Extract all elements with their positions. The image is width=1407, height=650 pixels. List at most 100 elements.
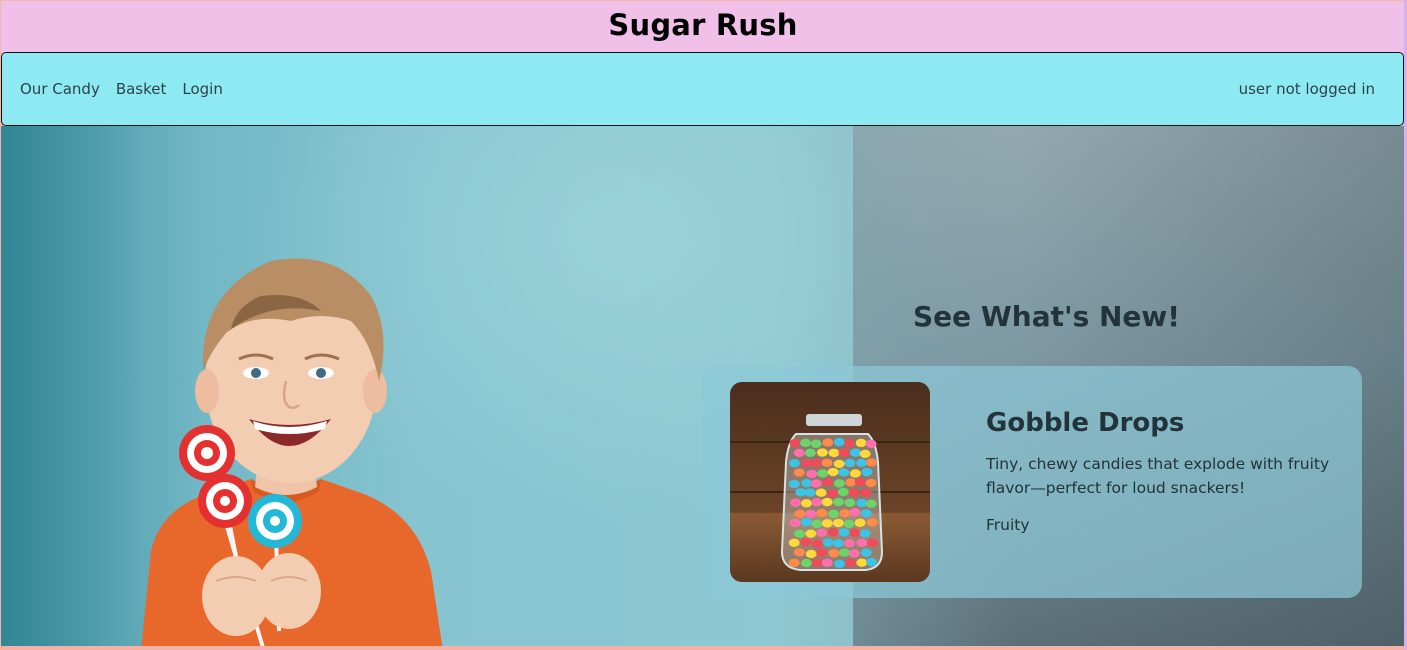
candy-piece (801, 478, 813, 488)
candy-piece (849, 507, 861, 517)
candy-piece (856, 498, 868, 508)
candy-piece (865, 439, 877, 449)
candy-piece (801, 459, 813, 468)
candy-piece (810, 479, 822, 488)
candy-piece (821, 558, 833, 567)
candy-piece (827, 467, 839, 477)
candy-piece (833, 437, 845, 447)
candy-piece (822, 477, 834, 487)
candy-piece (856, 538, 868, 547)
candy-piece (816, 448, 828, 457)
candy-piece (827, 489, 839, 498)
candy-piece (793, 548, 805, 557)
product-name[interactable]: Gobble Drops (986, 408, 1184, 438)
candy-piece (833, 497, 845, 507)
candy-piece (845, 478, 857, 487)
candy-piece (793, 448, 805, 458)
candy-piece (859, 449, 871, 459)
candy-piece (816, 508, 828, 518)
candy-piece (800, 517, 812, 527)
candy-piece (815, 488, 827, 497)
candy-piece (844, 498, 856, 507)
candy-piece (854, 477, 866, 487)
candy-piece (865, 478, 877, 488)
candy-piece (866, 458, 878, 467)
candy-piece (854, 518, 866, 527)
candy-piece (832, 518, 844, 528)
candy-piece (805, 529, 817, 538)
user-status: user not logged in (1238, 80, 1375, 98)
candy-piece (806, 469, 818, 479)
nav-link-login[interactable]: Login (182, 80, 222, 98)
candy-piece (865, 499, 877, 508)
candy-piece (867, 538, 879, 548)
candy-piece (810, 439, 822, 448)
candy-piece (866, 518, 878, 527)
candy-piece (795, 488, 807, 497)
candy-piece (816, 548, 828, 557)
candy-jar-image (730, 382, 930, 582)
candy-piece (843, 439, 855, 448)
candy-piece (794, 509, 806, 519)
site-header: Sugar Rush (1, 1, 1405, 53)
section-heading: See What's New! (913, 300, 1181, 333)
candy-piece (837, 487, 849, 497)
site-title: Sugar Rush (608, 8, 798, 42)
candy-piece (849, 528, 861, 537)
candy-piece (811, 539, 823, 548)
bottom-strip (0, 646, 1407, 650)
candy-piece (828, 448, 840, 458)
candy-piece (805, 549, 817, 559)
candy-piece (850, 448, 862, 457)
candy-piece (838, 448, 850, 457)
product-description: Tiny, chewy candies that explode with fr… (986, 455, 1330, 497)
candy-piece (793, 468, 805, 477)
candy-piece (822, 538, 834, 547)
candy-piece (799, 438, 811, 448)
candy-piece (860, 548, 872, 557)
candy-piece (794, 529, 806, 539)
candy-piece (788, 459, 800, 468)
candy-piece (822, 438, 834, 447)
candy-piece (810, 458, 822, 468)
candy-piece (789, 498, 801, 507)
candy-piece (843, 539, 855, 548)
candy-piece (804, 448, 816, 458)
candy-piece (865, 557, 877, 567)
candy-piece (788, 538, 800, 548)
candy-piece (828, 549, 840, 558)
candy-piece (860, 509, 872, 518)
navbar: Our Candy Basket Login user not logged i… (1, 52, 1404, 126)
candy-piece (811, 519, 823, 529)
candy-piece (805, 509, 817, 519)
hero-section: See What's New! Gobble Drops Tiny, chewy… (1, 126, 1404, 646)
candy-piece (821, 497, 833, 507)
candy-piece (811, 558, 823, 567)
candy-piece (838, 528, 850, 537)
nav-links: Our Candy Basket Login (20, 80, 239, 98)
candy-piece (856, 558, 868, 567)
candy-piece (816, 528, 828, 538)
candy-piece (789, 518, 801, 528)
candy-piece (838, 548, 850, 557)
candy-piece (821, 458, 833, 468)
candy-piece (833, 459, 845, 469)
product-image (730, 382, 930, 582)
candy-piece (848, 488, 860, 498)
candy-piece (844, 458, 856, 468)
candy-piece (839, 509, 851, 518)
candy-piece (845, 558, 857, 568)
candy-piece (833, 479, 845, 488)
nav-link-basket[interactable]: Basket (116, 80, 167, 98)
candy-piece (843, 519, 855, 529)
candy-piece (817, 469, 829, 478)
nav-link-our-candy[interactable]: Our Candy (20, 80, 100, 98)
candy-piece (800, 499, 812, 508)
candy-piece (838, 468, 850, 477)
candy-piece (789, 438, 801, 448)
candy-piece (856, 458, 868, 468)
candy-piece (821, 519, 833, 528)
candy-piece (849, 469, 861, 478)
featured-product-card[interactable]: Gobble Drops Tiny, chewy candies that ex… (702, 366, 1362, 598)
candy-piece (788, 479, 800, 489)
